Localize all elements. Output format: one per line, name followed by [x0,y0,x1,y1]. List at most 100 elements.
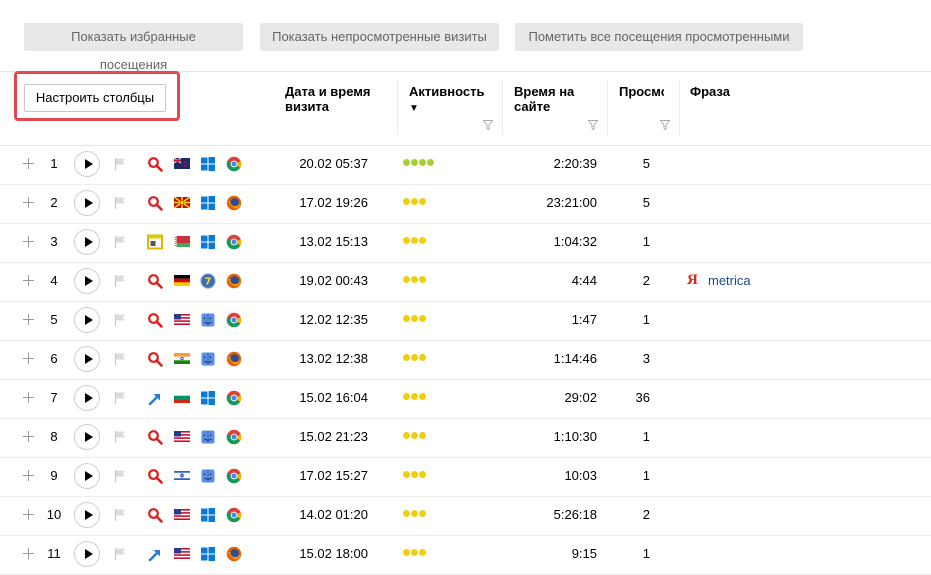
os-windows-icon [201,391,215,405]
table-row[interactable]: 8 15.02 21:23 1:10:30 1 [0,419,931,458]
column-header-time-on-site[interactable]: Время на сайте [514,84,594,114]
favorite-flag-icon[interactable] [113,391,127,405]
expand-plus-icon[interactable] [23,392,34,403]
browser-firefox-icon [226,546,242,562]
activity-dot [427,159,434,166]
column-header-date[interactable]: Дата и время визита [285,84,390,114]
os-windows-icon [201,235,215,249]
table-row[interactable]: 7 15.02 16:04 29:02 36 [0,380,931,419]
filter-activity-icon[interactable] [483,120,493,130]
flag-germany-icon [174,275,190,286]
expand-plus-icon[interactable] [23,470,34,481]
column-header-views[interactable]: Просмо [619,84,664,99]
time-on-site: 9:15 [571,546,597,561]
visit-datetime: 20.02 05:37 [299,156,368,171]
flag-belarus-icon [174,236,190,247]
activity-dot [403,159,410,166]
time-on-site: 23:21:00 [546,195,597,210]
browser-chrome-icon [226,156,242,172]
play-visit-icon[interactable] [74,346,100,372]
favorite-flag-icon[interactable] [113,157,127,171]
activity-indicator [403,510,427,518]
play-visit-icon[interactable] [74,190,100,216]
os-mac-icon [201,430,215,444]
activity-indicator [403,471,427,479]
activity-dot [411,315,418,322]
expand-plus-icon[interactable] [23,158,34,169]
column-divider [502,80,503,135]
activity-dot [403,432,410,439]
play-visit-icon[interactable] [74,229,100,255]
show-favorites-button[interactable]: Показать избранные посещения [24,23,243,72]
activity-dot [419,276,426,283]
time-on-site: 1:10:30 [553,429,597,444]
play-visit-icon[interactable] [74,502,100,528]
os-mac-icon [201,313,215,327]
flag-new-zealand-icon [174,158,190,169]
browser-firefox-icon [226,351,242,367]
activity-dot [403,237,410,244]
table-row[interactable]: 2 17.02 19:26 23:21:00 5 [0,185,931,224]
play-visit-icon[interactable] [74,268,100,294]
visit-datetime: 12.02 12:35 [299,312,368,327]
expand-plus-icon[interactable] [23,509,34,520]
table-row[interactable]: 4 7 19.02 00:43 4:44 2 Яmetrica [0,263,931,302]
favorite-flag-icon[interactable] [113,508,127,522]
table-row[interactable]: 9 17.02 15:27 10:03 1 [0,458,931,497]
mark-all-viewed-button[interactable]: Пометить все посещения просмотренными [515,23,803,51]
play-visit-icon[interactable] [74,541,100,567]
play-visit-icon[interactable] [74,385,100,411]
browser-chrome-icon [226,507,242,523]
activity-dot [419,198,426,205]
table-row[interactable]: 6 13.02 12:38 1:14:46 3 [0,341,931,380]
play-visit-icon[interactable] [74,424,100,450]
activity-dot [411,432,418,439]
favorite-flag-icon[interactable] [113,313,127,327]
table-row[interactable]: 5 12.02 12:35 1:47 1 [0,302,931,341]
page-views: 1 [642,234,650,249]
column-divider [607,80,608,135]
favorite-flag-icon[interactable] [113,352,127,366]
search-phrase[interactable]: metrica [708,273,751,288]
flag-macedonia-icon [174,197,190,208]
play-visit-icon[interactable] [74,151,100,177]
table-row[interactable]: 11 15.02 18:00 9:15 1 [0,536,931,575]
favorite-flag-icon[interactable] [113,235,127,249]
favorite-flag-icon[interactable] [113,274,127,288]
search-icon [148,430,163,445]
play-visit-icon[interactable] [74,307,100,333]
favorite-flag-icon[interactable] [113,469,127,483]
expand-plus-icon[interactable] [23,353,34,364]
column-header-phrase[interactable]: Фраза [690,84,770,99]
os-mac-icon [201,352,215,366]
play-visit-icon[interactable] [74,463,100,489]
expand-plus-icon[interactable] [23,314,34,325]
table-row[interactable]: 1 20.02 05:37 2:20:39 5 [0,146,931,185]
time-on-site: 10:03 [564,468,597,483]
table-row[interactable]: 10 14.02 01:20 5:26:18 2 [0,497,931,536]
column-header-activity[interactable]: Активность ▼ [409,84,489,116]
browser-chrome-icon [226,234,242,250]
table-row[interactable]: 3 13.02 15:13 1:04:32 1 [0,224,931,263]
column-divider [679,80,680,135]
expand-plus-icon[interactable] [23,275,34,286]
expand-plus-icon[interactable] [23,548,34,559]
configure-columns-button[interactable]: Настроить столбцы [24,84,166,112]
favorite-flag-icon[interactable] [113,430,127,444]
filter-views-icon[interactable] [660,120,670,130]
os-windows-icon [201,547,215,561]
yandex-logo-icon: Я [687,272,698,288]
activity-dot [419,237,426,244]
favorite-flag-icon[interactable] [113,547,127,561]
favorite-flag-icon[interactable] [113,196,127,210]
filter-time-icon[interactable] [588,120,598,130]
expand-plus-icon[interactable] [23,197,34,208]
window-icon [147,234,163,250]
activity-dot [403,510,410,517]
search-icon [148,469,163,484]
show-unviewed-button[interactable]: Показать непросмотренные визиты [260,23,499,51]
expand-plus-icon[interactable] [23,236,34,247]
expand-plus-icon[interactable] [23,431,34,442]
search-icon [148,352,163,367]
browser-chrome-icon [226,312,242,328]
